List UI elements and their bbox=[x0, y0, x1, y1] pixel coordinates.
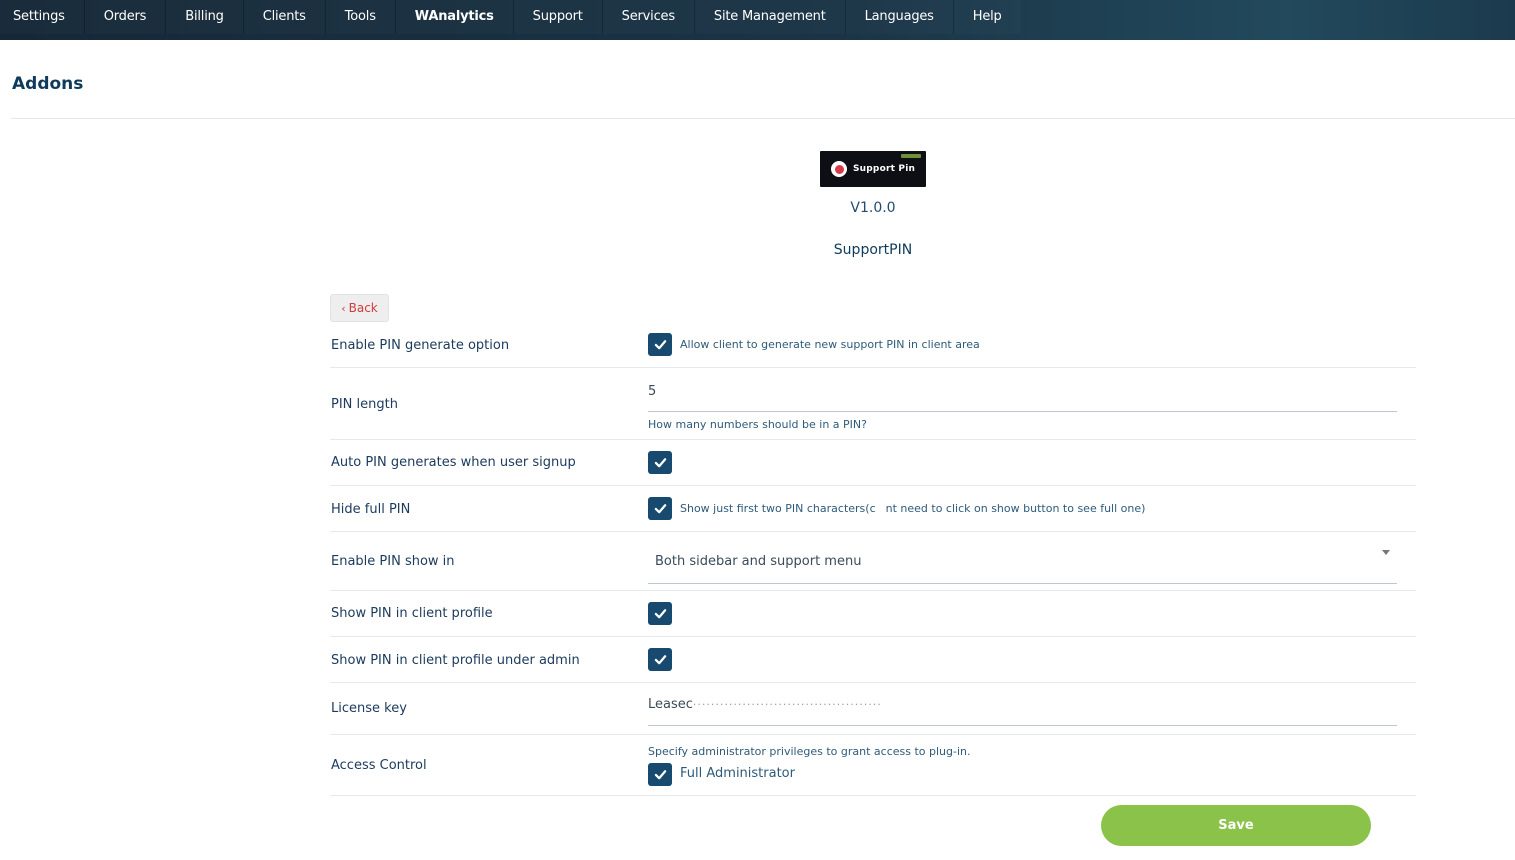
nav-tools[interactable]: Tools bbox=[326, 0, 396, 34]
full-administrator-label: Full Administrator bbox=[680, 766, 795, 781]
pin-length-value: 5 bbox=[648, 384, 657, 399]
nav-billing[interactable]: Billing bbox=[166, 0, 244, 34]
setting-row-hide-full-pin: Hide full PIN Show just first two PIN ch… bbox=[330, 486, 1416, 532]
full-administrator-checkbox[interactable] bbox=[648, 763, 672, 786]
addon-version: V1.0.0 bbox=[850, 200, 896, 216]
nav-orders[interactable]: Orders bbox=[85, 0, 167, 34]
setting-row-show-in-profile: Show PIN in client profile bbox=[330, 591, 1416, 637]
nav-languages[interactable]: Languages bbox=[846, 0, 954, 34]
enable-pin-generate-checkbox[interactable] bbox=[648, 333, 672, 356]
setting-row-access-control: Access Control Specify administrator pri… bbox=[330, 735, 1416, 796]
setting-help: Specify administrator privileges to gran… bbox=[648, 745, 971, 758]
check-icon bbox=[654, 504, 666, 514]
setting-label: Enable PIN show in bbox=[331, 554, 455, 569]
pin-length-input[interactable]: 5 bbox=[648, 384, 1397, 412]
setting-row-pin-show-in: Enable PIN show in Both sidebar and supp… bbox=[330, 532, 1416, 591]
auto-pin-checkbox[interactable] bbox=[648, 451, 672, 474]
hide-full-pin-checkbox[interactable] bbox=[648, 497, 672, 520]
setting-row-pin-length: PIN length 5 How many numbers should be … bbox=[330, 368, 1416, 440]
setting-label: Show PIN in client profile under admin bbox=[331, 653, 580, 668]
setting-row-enable-pin-generate: Enable PIN generate option Allow client … bbox=[330, 322, 1416, 368]
check-icon bbox=[654, 655, 666, 665]
nav-settings[interactable]: Settings bbox=[0, 0, 85, 34]
setting-help: Allow client to generate new support PIN… bbox=[680, 338, 980, 351]
support-pin-logo-icon bbox=[831, 161, 847, 177]
nav-wanalytics[interactable]: WAnalytics bbox=[396, 0, 514, 34]
show-in-profile-admin-checkbox[interactable] bbox=[648, 648, 672, 671]
chevron-left-icon: ‹ bbox=[341, 301, 346, 315]
nav-help[interactable]: Help bbox=[954, 0, 1021, 34]
setting-label: Auto PIN generates when user signup bbox=[331, 455, 576, 470]
title-divider bbox=[11, 118, 1515, 119]
pin-show-in-select[interactable]: Both sidebar and support menu bbox=[648, 544, 1397, 584]
check-icon bbox=[654, 458, 666, 468]
check-icon bbox=[654, 770, 666, 780]
check-icon bbox=[654, 340, 666, 350]
setting-label: Show PIN in client profile bbox=[331, 606, 493, 621]
addon-name: SupportPIN bbox=[833, 242, 913, 258]
nav-site-management[interactable]: Site Management bbox=[695, 0, 846, 34]
setting-row-show-in-profile-admin: Show PIN in client profile under admin bbox=[330, 637, 1416, 683]
license-key-masked: ········································… bbox=[692, 698, 882, 711]
help-text-part2: nt need to click on show button to see f… bbox=[885, 502, 1146, 515]
logo-badge bbox=[901, 154, 921, 158]
setting-label: PIN length bbox=[331, 397, 398, 412]
nav-clients[interactable]: Clients bbox=[244, 0, 326, 34]
check-icon bbox=[654, 609, 666, 619]
setting-label: Hide full PIN bbox=[331, 502, 411, 517]
nav-services[interactable]: Services bbox=[603, 0, 695, 34]
setting-row-auto-pin: Auto PIN generates when user signup bbox=[330, 440, 1416, 486]
page-title: Addons bbox=[12, 74, 84, 94]
nav-support[interactable]: Support bbox=[514, 0, 603, 34]
show-in-profile-checkbox[interactable] bbox=[648, 602, 672, 625]
back-label: Back bbox=[348, 301, 378, 315]
pin-show-in-selected: Both sidebar and support menu bbox=[655, 554, 862, 569]
license-key-visible: Leasec bbox=[648, 697, 693, 712]
top-nav: Settings Orders Billing Clients Tools WA… bbox=[0, 0, 1515, 40]
setting-help: How many numbers should be in a PIN? bbox=[648, 418, 867, 431]
setting-help: Show just first two PIN characters(c nt n… bbox=[680, 502, 1145, 515]
logo-text: Support Pin bbox=[853, 164, 916, 174]
setting-row-license-key: License key Leasec······················… bbox=[330, 683, 1416, 735]
license-key-input[interactable]: Leasec··································… bbox=[648, 697, 1397, 726]
setting-label: Enable PIN generate option bbox=[331, 338, 510, 353]
save-button[interactable]: Save bbox=[1101, 805, 1371, 846]
back-button[interactable]: ‹ Back bbox=[330, 294, 389, 322]
addon-logo: Support Pin bbox=[820, 151, 926, 187]
setting-label: Access Control bbox=[331, 758, 427, 773]
dropdown-caret-icon bbox=[1382, 550, 1390, 555]
help-text-part1: Show just first two PIN characters(c bbox=[680, 502, 876, 515]
setting-label: License key bbox=[331, 701, 407, 716]
